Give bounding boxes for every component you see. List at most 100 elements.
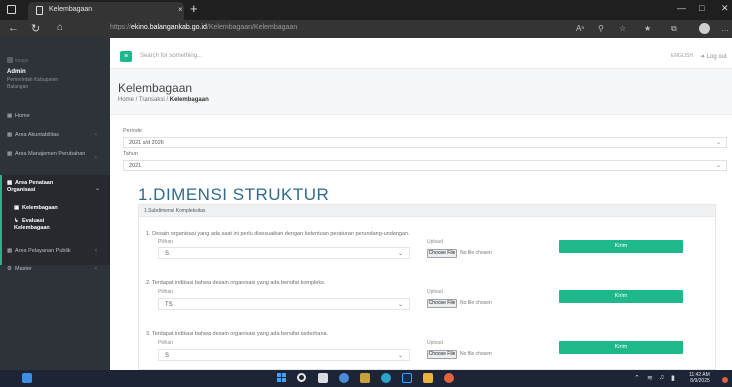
kirim-button[interactable]: Kirim (559, 290, 683, 303)
zoom-icon[interactable]: ⚲ (598, 24, 604, 33)
search-icon[interactable] (297, 373, 306, 382)
sidebar-item-area-pelayanan-publik[interactable]: ▩ Area Pelayanan Publik (7, 248, 71, 255)
volume-icon[interactable]: ♫ (659, 374, 664, 381)
breadcrumb-home[interactable]: Home (118, 97, 134, 103)
more-icon[interactable]: … (721, 24, 729, 33)
clock[interactable]: 11:42 AM 8/9/2025 (689, 372, 710, 384)
sidebar-item-area-akuntabilitas[interactable]: ▩ Area Akuntabilitas (7, 132, 59, 139)
chevron-down-icon: ⌄ (397, 302, 403, 308)
sidebar-item-label: Area Pelayanan Publik (15, 248, 71, 254)
browser-tab-bar: Kelembagaan × + — □ ✕ (0, 0, 732, 20)
refresh-icon[interactable]: ↻ (31, 22, 40, 35)
menu-toggle-button[interactable]: ≡ (120, 51, 132, 62)
logout-icon: ➜ (700, 54, 707, 60)
address-bar: ← ↻ ⌂ https://ekino.balangankab.go.id/Ke… (0, 20, 732, 38)
home-icon[interactable]: ⌂ (57, 22, 63, 33)
task-view-icon[interactable] (318, 373, 328, 383)
photoshop-icon[interactable] (402, 373, 412, 383)
sidebar-item-label: Home (15, 113, 30, 119)
choose-file-button[interactable]: Choose File (427, 299, 457, 308)
clock-date: 8/9/2025 (690, 378, 710, 384)
chrome-icon[interactable] (339, 373, 349, 383)
upload-label: Upload (427, 239, 443, 245)
favorite-icon[interactable]: ☆ (619, 24, 626, 33)
app-icon[interactable] (444, 373, 454, 383)
kirim-button[interactable]: Kirim (559, 341, 683, 354)
chevron-up-icon[interactable]: ⌃ (634, 374, 640, 382)
language-link[interactable]: ENGLISH (671, 53, 693, 59)
edge-icon[interactable] (381, 373, 391, 383)
file-explorer-icon[interactable] (423, 373, 433, 383)
main-content: Periode 2021 s/d 2026 ⌄ Tahun 2021 ⌄ 1.D… (110, 115, 732, 370)
sidebar-item-area-penataan-organisasi[interactable]: ▩ Area Penataan Organisasi (7, 180, 77, 194)
pilihan-select[interactable]: S ⌄ (158, 349, 410, 361)
pilihan-select[interactable]: TS ⌄ (158, 298, 410, 310)
sidebar-item-label: Area Manajemen Perubahan (15, 151, 86, 157)
chevron-icon: ‹ (95, 132, 97, 138)
search-input[interactable]: Search for something... (140, 53, 202, 59)
chevron-down-icon: ⌄ (715, 163, 721, 169)
windows-taskbar: ⌃ ≋ ♫ ▮ 11:42 AM 8/9/2025 (0, 370, 732, 387)
close-window-icon[interactable]: ✕ (721, 3, 729, 14)
file-status: No file chosen (460, 250, 492, 256)
choose-file-button[interactable]: Choose File (427, 249, 457, 258)
logout-link[interactable]: ➜ Log out (700, 53, 727, 60)
minimize-icon[interactable]: — (677, 3, 686, 13)
tahun-select[interactable]: 2021 ⌄ (123, 160, 727, 171)
file-status: No file chosen (460, 300, 492, 306)
collections-icon[interactable]: ⧉ (671, 24, 677, 34)
user-organization[interactable]: Pemerintah Kabupaten Balangan (7, 77, 75, 91)
question-text: 2. Terdapat indikasi bahwa desain organi… (146, 280, 326, 286)
chart-icon: ▩ (7, 180, 13, 186)
read-aloud-icon[interactable]: Aⁿ (576, 24, 584, 33)
sidebar-item-kelembagaan[interactable]: ▣ Kelembagaan (14, 205, 58, 212)
tab-close-button[interactable]: × (178, 5, 183, 14)
breadcrumb-transaksi[interactable]: Transaksi (139, 97, 165, 103)
url-host: ekino.balangankab.go.id (131, 24, 207, 31)
list-icon: ↳ (14, 218, 19, 224)
sidebar-item-evaluasi-kelembagaan[interactable]: ↳ Evaluasi Kelembagaan (14, 218, 69, 232)
sidebar-item-label: Master (15, 266, 32, 272)
favorites-bar-icon[interactable]: ★ (644, 24, 651, 33)
kirim-button[interactable]: Kirim (559, 240, 683, 253)
pilihan-value: S (165, 251, 170, 257)
sidebar-item-area-manajemen-perubahan[interactable]: ▩ Area Manajemen Perubahan (7, 151, 87, 158)
maximize-icon[interactable]: □ (699, 3, 704, 13)
subdimension-panel: 1.Subdimensi Kompleksitas 1. Desain orga… (138, 204, 716, 370)
back-icon[interactable]: ← (8, 22, 19, 34)
start-icon[interactable] (277, 373, 287, 383)
sidebar-item-master[interactable]: ⚙ Master (7, 266, 32, 273)
grid-icon: ▦ (7, 113, 13, 119)
notification-icon[interactable] (722, 377, 728, 383)
logo-icon (7, 57, 13, 63)
chevron-down-icon: ⌄ (95, 186, 101, 192)
window-menu-icon[interactable] (7, 5, 16, 14)
breadcrumb: Home / Transaksi / Kelembagaan (118, 97, 209, 103)
chevron-icon: ‹ (95, 248, 97, 254)
url-prefix: https:// (110, 24, 132, 31)
sidebar-item-home[interactable]: ▦ Home (7, 113, 30, 120)
logout-label: Log out (706, 54, 727, 60)
choose-file-button[interactable]: Choose File (427, 350, 457, 359)
chevron-icon: ‹ (95, 155, 97, 161)
chart-icon: ▩ (7, 248, 13, 254)
page-header: Kelembagaan Home / Transaksi / Kelembaga… (110, 69, 732, 115)
store-icon[interactable] (360, 373, 370, 383)
gear-icon: ⚙ (7, 266, 12, 272)
sidebar-item-label: Kelembagaan (22, 205, 58, 211)
new-tab-button[interactable]: + (190, 1, 198, 16)
chevron-down-icon: ⌄ (397, 251, 403, 257)
widgets-icon[interactable] (22, 373, 32, 383)
chevron-down-icon: ⌄ (715, 140, 721, 146)
url-field[interactable]: https://ekino.balangankab.go.id/Kelembag… (110, 24, 297, 31)
wifi-icon[interactable]: ≋ (647, 374, 653, 382)
section-title: 1.DIMENSI STRUKTUR (138, 185, 330, 204)
periode-select[interactable]: 2021 s/d 2026 ⌄ (123, 137, 727, 148)
pilihan-select[interactable]: S ⌄ (158, 247, 410, 259)
subdimension-header: 1.Subdimensi Kompleksitas (139, 205, 715, 217)
battery-icon[interactable]: ▮ (671, 374, 675, 382)
profile-avatar[interactable] (699, 23, 710, 34)
periode-value: 2021 s/d 2026 (129, 140, 164, 146)
browser-tab[interactable]: Kelembagaan × (28, 2, 184, 20)
user-name: Admin (7, 69, 26, 75)
